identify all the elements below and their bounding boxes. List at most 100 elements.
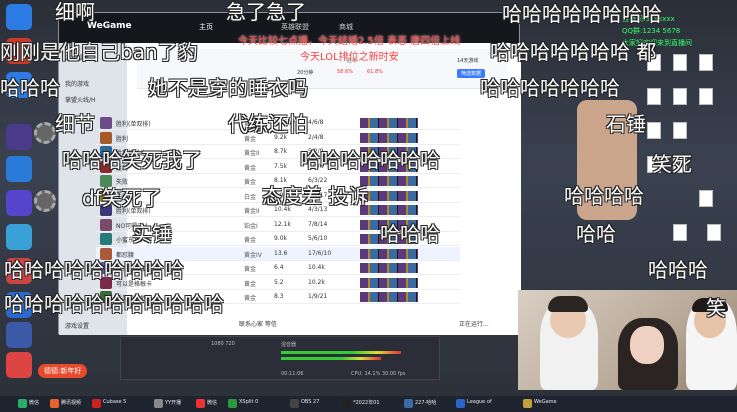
taskbar-app-icon[interactable]	[50, 399, 59, 408]
match-kda: 5.2	[274, 278, 284, 286]
taskbar-app-label[interactable]: 227-哈哈	[415, 399, 436, 406]
tab-home[interactable]: 主页	[199, 22, 213, 32]
item-build	[360, 263, 418, 273]
danmaku-comment: 哈哈哈	[0, 76, 60, 100]
taskbar-app-icon[interactable]	[92, 399, 101, 408]
desktop-app-icon[interactable]	[6, 156, 32, 182]
match-score: 10.4k	[308, 264, 325, 271]
danmaku-comment: 哈哈哈哈哈哈哈 都	[490, 40, 657, 64]
taskbar-app-icon[interactable]	[523, 399, 532, 408]
match-rank: 黄金	[244, 266, 257, 273]
desktop-app-icon[interactable]	[6, 224, 32, 250]
taskbar-app-icon[interactable]	[404, 399, 413, 408]
match-name: 胜利(单双排)	[116, 121, 151, 128]
taskbar-app-icon[interactable]	[154, 399, 163, 408]
file-icon[interactable]	[673, 54, 687, 71]
taskbar-app-icon[interactable]	[196, 399, 205, 408]
league-client-icon[interactable]	[34, 122, 56, 144]
file-icon[interactable]	[699, 88, 713, 105]
item-build	[360, 277, 418, 288]
taskbar-app-label[interactable]: 腾讯视频	[61, 399, 81, 406]
match-kda: 8.7k	[274, 148, 288, 155]
taskbar-app-icon[interactable]	[456, 399, 465, 408]
item-build	[360, 118, 418, 128]
file-icon[interactable]	[673, 122, 687, 139]
danmaku-comment: 哈哈哈哈哈哈哈哈	[502, 2, 662, 26]
danmaku-comment: 细节	[55, 112, 95, 136]
obs-mixer-panel: 1080 720 混音器 00:11:06 CPU: 14.1% 30.00 f…	[120, 336, 440, 380]
danmaku-comment: 哈哈哈哈哈哈哈	[480, 76, 620, 100]
desktop-app-icon[interactable]	[6, 322, 32, 348]
match-score: 2/4/8	[308, 133, 324, 141]
live-badge: 德德:新年好	[38, 364, 88, 378]
file-icon[interactable]	[699, 190, 713, 207]
settings-link[interactable]: 游戏设置	[65, 321, 89, 330]
match-kda: 7.5k	[274, 162, 288, 170]
desktop-app-icon[interactable]	[6, 124, 32, 150]
match-rank: 黄金	[244, 164, 257, 172]
match-score: 7/8/14	[308, 220, 328, 228]
taskbar-app-label[interactable]: *2022年01	[353, 399, 380, 406]
item-build	[360, 248, 418, 259]
danmaku-comment: 哈哈哈哈	[564, 184, 644, 208]
danmaku-comment: 笑死	[652, 152, 692, 176]
match-kda: 9.0k	[274, 235, 288, 242]
taskbar-app-label[interactable]: OBS 27	[301, 399, 319, 405]
file-icon[interactable]	[647, 88, 661, 105]
champion-icon	[100, 117, 112, 129]
danmaku-comment: 她不是穿的睡衣吗	[148, 76, 308, 100]
danmaku-comment: 哈哈哈哈哈哈哈哈哈	[4, 258, 184, 282]
sidebar-item[interactable]: 掌盟火线/H	[65, 95, 96, 104]
running-status: 正在运行...	[459, 321, 489, 328]
item-build	[360, 132, 418, 143]
file-icon[interactable]	[707, 224, 721, 241]
taskbar-app-icon[interactable]	[290, 399, 299, 408]
danmaku-comment: 笑	[706, 296, 726, 320]
danmaku-comment: 哈哈	[576, 222, 616, 246]
champion-icon	[100, 131, 112, 144]
stat-value: 61.8%	[367, 69, 383, 75]
danmaku-comment: 哈哈哈	[380, 222, 440, 246]
danmaku-comment: 细啊	[55, 0, 95, 24]
file-icon[interactable]	[673, 224, 687, 241]
match-rank: 白金	[244, 193, 257, 201]
desktop-app-icon[interactable]	[6, 4, 32, 30]
tab-store[interactable]: 商城	[339, 22, 353, 32]
taskbar-app-label[interactable]: Cubase 5	[103, 399, 126, 405]
item-build	[360, 292, 418, 302]
taskbar-app-label[interactable]: WeGame	[534, 399, 557, 405]
danmaku-comment: 实锤	[132, 222, 172, 246]
match-rank: 铂金I	[244, 222, 258, 230]
match-rank: 黄金	[244, 237, 257, 244]
stream-screen: WeGame 主页 英雄联盟 商城 游戏设置 我的游戏 掌盟火线/H 游戏设置 …	[0, 0, 737, 412]
taskbar-app-icon[interactable]	[228, 399, 237, 408]
match-score: 4/6/8	[308, 119, 324, 126]
taskbar-app-icon[interactable]	[342, 399, 351, 408]
file-icon[interactable]	[647, 122, 661, 139]
obs-time: 00:11:06	[281, 371, 304, 377]
danmaku-comment: 哈哈哈笑死我了	[62, 148, 202, 172]
item-build	[360, 176, 418, 186]
taskbar-app-label[interactable]: YY开播	[165, 399, 181, 406]
desktop-app-icon[interactable]	[6, 190, 32, 216]
taskbar-app-label[interactable]: XSplit 0	[239, 399, 258, 405]
sidebar-item[interactable]: 我的游戏	[65, 79, 89, 88]
file-icon[interactable]	[699, 54, 713, 71]
league-client-icon[interactable]	[34, 190, 56, 212]
streamer-face	[630, 326, 664, 364]
danmaku-comment: 哈哈哈哈哈哈哈	[300, 148, 440, 172]
danmaku-comment: 石锤	[606, 112, 646, 136]
desktop-app-icon[interactable]	[6, 352, 32, 378]
windows-taskbar: 微信 腾讯视频 Cubase 5 YY开播 微信 XSplit 0 OBS 27 *2022年…	[0, 396, 737, 412]
danmaku-comment: 哈哈哈哈哈哈哈哈哈哈哈	[4, 292, 224, 316]
file-icon[interactable]	[673, 88, 687, 105]
taskbar-app-label[interactable]: 微信	[207, 399, 217, 406]
red-overlay-text: 今天比较七点播，今天结婚2.5倍 表恶 唐四倍上线	[238, 36, 461, 47]
taskbar-app-label[interactable]: League of	[467, 399, 492, 405]
audio-meter	[281, 357, 381, 360]
item-build	[360, 190, 418, 201]
taskbar-app-label[interactable]: 微信	[29, 399, 39, 406]
taskbar-app-icon[interactable]	[18, 399, 27, 408]
danmaku-comment: 哈哈哈	[648, 258, 708, 282]
item-build	[360, 205, 418, 215]
